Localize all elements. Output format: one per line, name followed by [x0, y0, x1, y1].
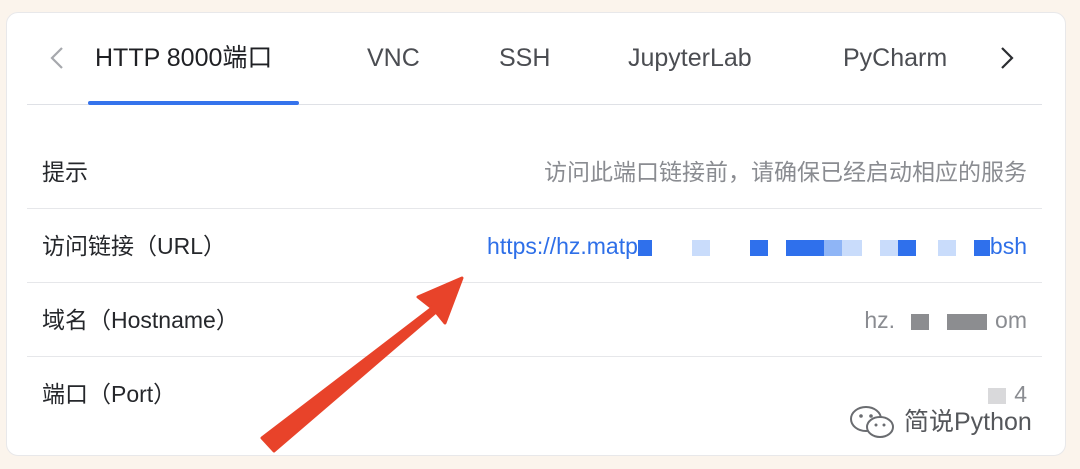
- tab-pycharm[interactable]: PyCharm: [843, 43, 947, 73]
- tab-bar: HTTP 8000端口 VNC SSH JupyterLab PyCharm: [27, 13, 1042, 105]
- watermark: 简说Python: [848, 404, 1032, 440]
- redaction-blur: [937, 239, 956, 256]
- hostname-text-start: hz.: [864, 307, 896, 333]
- hostname-label: 域名（Hostname）: [42, 307, 239, 333]
- active-tab-indicator: [88, 101, 299, 105]
- hint-value: 访问此端口链接前，请确保已经启动相应的服务: [544, 159, 1027, 185]
- url-text-start: https://hz.matp: [487, 233, 638, 259]
- port-info-card: HTTP 8000端口 VNC SSH JupyterLab PyCharm 提…: [6, 12, 1066, 456]
- redaction-blur: [785, 239, 824, 256]
- url-link[interactable]: https://hz.matp bsh: [487, 231, 1027, 261]
- chevron-right-icon[interactable]: [993, 41, 1021, 75]
- redaction-blur: [947, 313, 988, 330]
- redaction-blur: [897, 239, 916, 256]
- tab-jupyterlab[interactable]: JupyterLab: [628, 43, 752, 73]
- tab-http-8000[interactable]: HTTP 8000端口: [95, 43, 272, 73]
- redaction-blur: [911, 313, 930, 330]
- hint-label: 提示: [42, 159, 88, 185]
- tab-vnc[interactable]: VNC: [367, 43, 420, 73]
- url-row: 访问链接（URL） https://hz.matp bsh: [27, 209, 1042, 283]
- tab-ssh[interactable]: SSH: [499, 43, 550, 73]
- port-label: 端口（Port）: [42, 381, 177, 407]
- redaction-blur: [841, 239, 862, 256]
- url-label: 访问链接（URL）: [42, 233, 227, 259]
- chevron-left-icon[interactable]: [43, 41, 71, 75]
- redaction-blur: [879, 239, 898, 256]
- redaction-blur: [973, 239, 990, 256]
- watermark-text: 简说Python: [904, 408, 1032, 436]
- wechat-icon: [850, 406, 894, 438]
- hint-row: 提示 访问此端口链接前，请确保已经启动相应的服务: [27, 135, 1042, 209]
- redaction-blur: [823, 239, 842, 256]
- redaction-blur: [988, 387, 1007, 404]
- hostname-text-end: om: [995, 307, 1027, 333]
- redaction-blur: [749, 239, 768, 256]
- redaction-blur: [691, 239, 710, 256]
- redaction-blur: [637, 239, 652, 256]
- hostname-row: 域名（Hostname） hz. om: [27, 283, 1042, 357]
- url-text-end: bsh: [989, 233, 1027, 259]
- hostname-value: hz. om: [864, 305, 1027, 335]
